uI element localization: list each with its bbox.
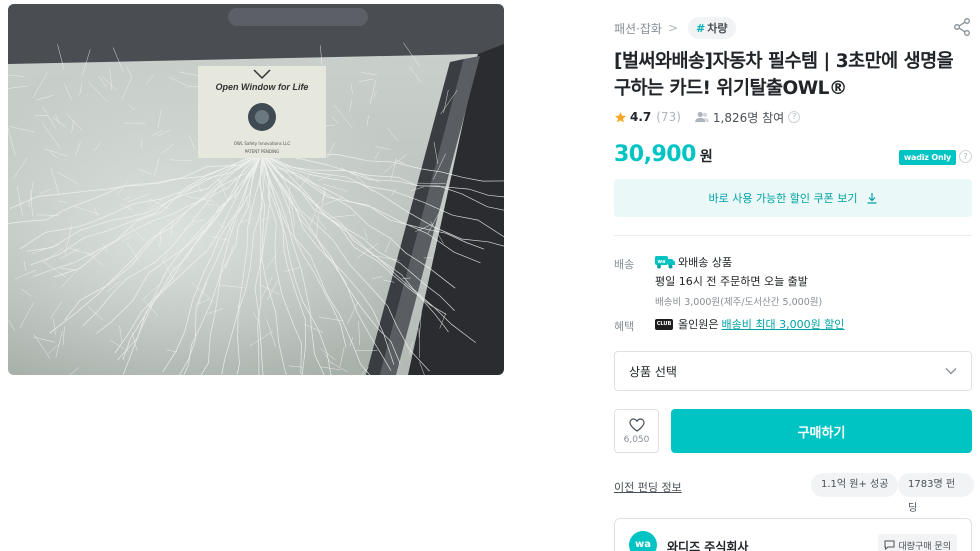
chevron-down-icon <box>945 368 957 375</box>
breadcrumb: 패션·잡화 > # 차량 <box>614 17 736 39</box>
chat-icon <box>884 540 895 550</box>
previous-funding-link[interactable]: 이전 펀딩 정보 <box>614 479 682 495</box>
coupon-button[interactable]: 바로 사용 가능한 할인 쿠폰 보기 <box>614 179 972 217</box>
maker-logo: wa <box>629 531 657 551</box>
tag-label: 차량 <box>707 22 728 35</box>
price-info-icon[interactable]: ? <box>959 150 972 163</box>
truck-badge-text: wa <box>658 259 666 265</box>
benefit-label: 혜택 <box>614 320 635 333</box>
shipping-desc: 평일 16시 전 주문하면 오늘 출발 <box>655 275 808 288</box>
rating-row: 4.7 (73) 1,826명 참여 ? <box>614 108 801 126</box>
people-icon <box>695 111 709 123</box>
funding-amount-chip: 1.1억 원+ 성공 <box>811 473 899 497</box>
tag-hash: # <box>696 22 706 35</box>
shipping-info: wa 와배송 상품 평일 16시 전 주문하면 오늘 출발 배송비 3,000원… <box>655 254 822 308</box>
funding-backers-chip: 1783명 펀딩 <box>898 473 974 514</box>
sticker-small-text-1: OWL Safety Innovations LLC <box>234 141 291 146</box>
price-amount: 30,900 <box>614 142 696 167</box>
maker-card[interactable]: wa 와디즈 주식회사 대량구매 문의 <box>614 518 972 551</box>
benefit-info: CLUB 올인원은 배송비 최대 3,000원 할인 <box>655 316 844 332</box>
download-icon <box>867 193 877 204</box>
breadcrumb-separator: > <box>667 21 679 35</box>
shattered-window-illustration: Open Window for Life OWL Safety Innovati… <box>8 4 504 375</box>
wadiz-only-badge: wadiz Only <box>898 150 956 165</box>
maker-name: 와디즈 주식회사 <box>667 540 749 551</box>
category-tag[interactable]: # 차량 <box>688 17 736 39</box>
price-row: 30,900 원 <box>614 142 713 172</box>
buy-button[interactable]: 구매하기 <box>671 409 972 453</box>
benefit-prefix: 올인원은 <box>678 318 719 331</box>
shipping-type: 와배송 상품 <box>678 256 733 269</box>
shipping-fee: 배송비 3,000원(제주/도서산간 5,000원) <box>655 297 823 308</box>
benefit-link[interactable]: 배송비 최대 3,000원 할인 <box>721 316 844 332</box>
help-icon[interactable]: ? <box>788 111 801 123</box>
coupon-label: 바로 사용 가능한 할인 쿠폰 보기 <box>708 192 858 205</box>
star-icon <box>615 111 626 122</box>
truck-icon: wa <box>655 256 675 269</box>
participant-count: 1,826명 참여 <box>712 110 785 125</box>
owl-sticker: Open Window for Life OWL Safety Innovati… <box>198 66 326 158</box>
rating-score: 4.7 <box>630 110 652 124</box>
option-select[interactable]: 상품 선택 <box>614 351 972 391</box>
heart-icon <box>628 417 645 432</box>
product-info-panel: 패션·잡화 > # 차량 [벌써와배송]자동차 필수템 | 3초만에 생명을 구하… <box>614 0 974 551</box>
bulk-inquiry-button[interactable]: 대량구매 문의 <box>878 534 957 551</box>
divider <box>614 235 972 236</box>
price-unit: 원 <box>699 149 713 165</box>
like-button[interactable]: 6,050 <box>614 409 659 453</box>
option-select-placeholder: 상품 선택 <box>629 364 677 379</box>
bulk-inquiry-label: 대량구매 문의 <box>898 541 951 551</box>
shipping-label: 배송 <box>614 258 635 271</box>
sticker-small-text-2: PATENT PENDING <box>245 149 280 154</box>
review-count[interactable]: (73) <box>656 110 681 124</box>
product-title: [벌써와배송]자동차 필수템 | 3초만에 생명을 구하는 카드! 위기탈출OW… <box>614 51 954 99</box>
sticker-text: Open Window for Life <box>216 82 309 92</box>
club-icon: CLUB <box>655 318 673 330</box>
like-count: 6,050 <box>623 434 650 445</box>
breadcrumb-category[interactable]: 패션·잡화 <box>614 20 662 37</box>
product-image: Open Window for Life OWL Safety Innovati… <box>8 4 504 375</box>
share-icon[interactable] <box>952 17 972 37</box>
